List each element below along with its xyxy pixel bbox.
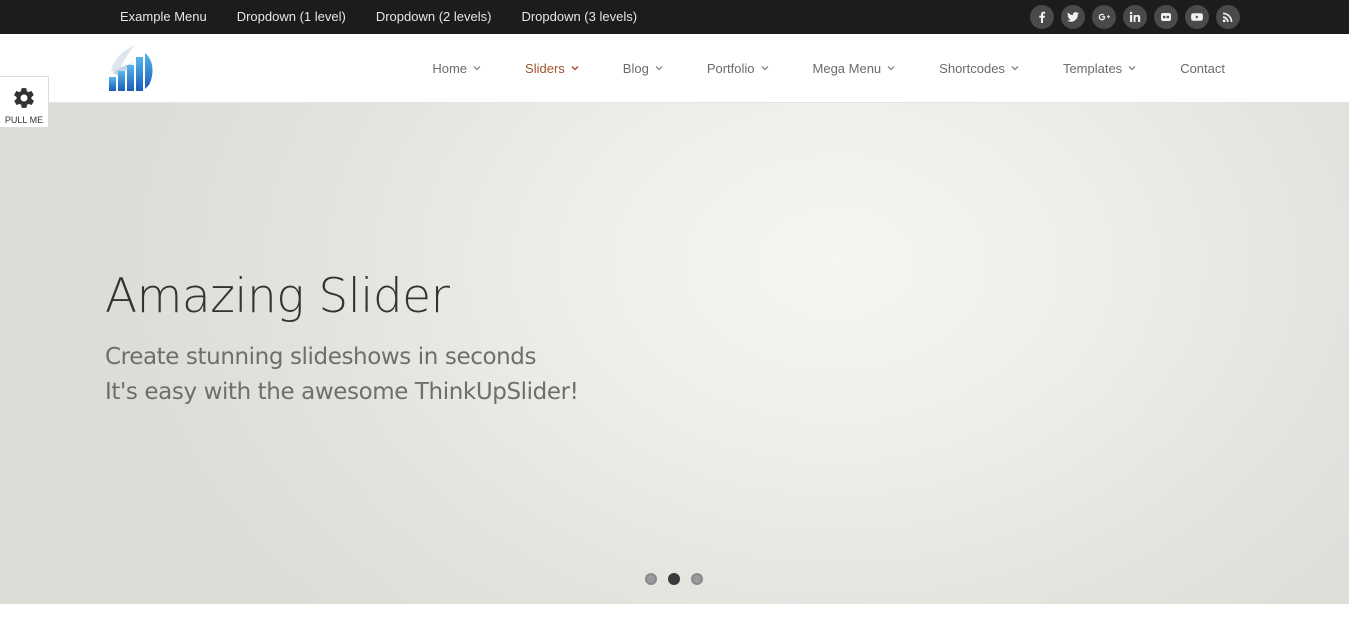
- nav-label: Shortcodes: [939, 60, 1005, 76]
- slider-dot-2[interactable]: [668, 573, 680, 585]
- nav-item-templates[interactable]: Templates: [1048, 61, 1151, 76]
- slide-text-line-2: It's easy with the awesome ThinkUpSlider…: [105, 379, 579, 405]
- topmenu-example-menu[interactable]: Example Menu: [105, 0, 222, 34]
- chevron-down-icon: [761, 64, 769, 72]
- youtube-icon[interactable]: [1185, 5, 1209, 29]
- slider-dot-3[interactable]: [691, 573, 703, 585]
- site-header: Home Sliders Blog Portfolio Mega Menu Sh…: [0, 34, 1349, 103]
- nav-item-shortcodes[interactable]: Shortcodes: [924, 61, 1034, 76]
- nav-item-mega-menu[interactable]: Mega Menu: [798, 61, 911, 76]
- main-navigation: Home Sliders Blog Portfolio Mega Menu Sh…: [403, 34, 1240, 102]
- gear-icon: [12, 86, 36, 110]
- chevron-down-icon: [473, 64, 481, 72]
- google-plus-icon[interactable]: [1092, 5, 1116, 29]
- chevron-down-icon: [1011, 64, 1019, 72]
- content-area: [0, 604, 1349, 624]
- nav-item-portfolio[interactable]: Portfolio: [692, 61, 784, 76]
- nav-label: Portfolio: [706, 60, 755, 76]
- flickr-icon[interactable]: [1154, 5, 1178, 29]
- hero-slider: Amazing Slider Create stunning slideshow…: [0, 103, 1349, 604]
- linkedin-icon[interactable]: [1123, 5, 1147, 29]
- nav-label: Templates: [1062, 60, 1123, 76]
- site-logo[interactable]: [105, 43, 157, 93]
- top-bar: Example Menu Dropdown (1 level) Dropdown…: [0, 0, 1349, 34]
- nav-item-home[interactable]: Home: [417, 61, 496, 76]
- chevron-down-icon: [571, 64, 579, 72]
- nav-label: Blog: [622, 60, 649, 76]
- topmenu-dropdown-3-levels[interactable]: Dropdown (3 levels): [506, 0, 652, 34]
- slider-dot-1[interactable]: [645, 573, 657, 585]
- nav-item-contact[interactable]: Contact: [1165, 61, 1240, 76]
- social-links: [1030, 5, 1240, 29]
- nav-item-blog[interactable]: Blog: [608, 61, 678, 76]
- facebook-icon[interactable]: [1030, 5, 1054, 29]
- slide-title: Amazing Slider: [105, 269, 450, 324]
- pull-me-toggle[interactable]: PULL ME: [0, 76, 49, 128]
- rss-icon[interactable]: [1216, 5, 1240, 29]
- nav-label: Contact: [1180, 60, 1225, 76]
- pull-me-label: PULL ME: [4, 115, 44, 125]
- nav-label: Mega Menu: [812, 60, 882, 76]
- nav-label: Sliders: [525, 60, 565, 76]
- slide-text-line-1: Create stunning slideshows in seconds: [105, 344, 537, 370]
- nav-label: Home: [432, 60, 468, 76]
- slider-pagination: [645, 573, 703, 585]
- topmenu-dropdown-2-levels[interactable]: Dropdown (2 levels): [361, 0, 507, 34]
- chevron-down-icon: [887, 64, 895, 72]
- chevron-down-icon: [655, 64, 663, 72]
- nav-item-sliders[interactable]: Sliders: [510, 61, 594, 76]
- twitter-icon[interactable]: [1061, 5, 1085, 29]
- chevron-down-icon: [1128, 64, 1136, 72]
- pre-header-menu: Example Menu Dropdown (1 level) Dropdown…: [105, 0, 652, 34]
- topmenu-dropdown-1-level[interactable]: Dropdown (1 level): [222, 0, 361, 34]
